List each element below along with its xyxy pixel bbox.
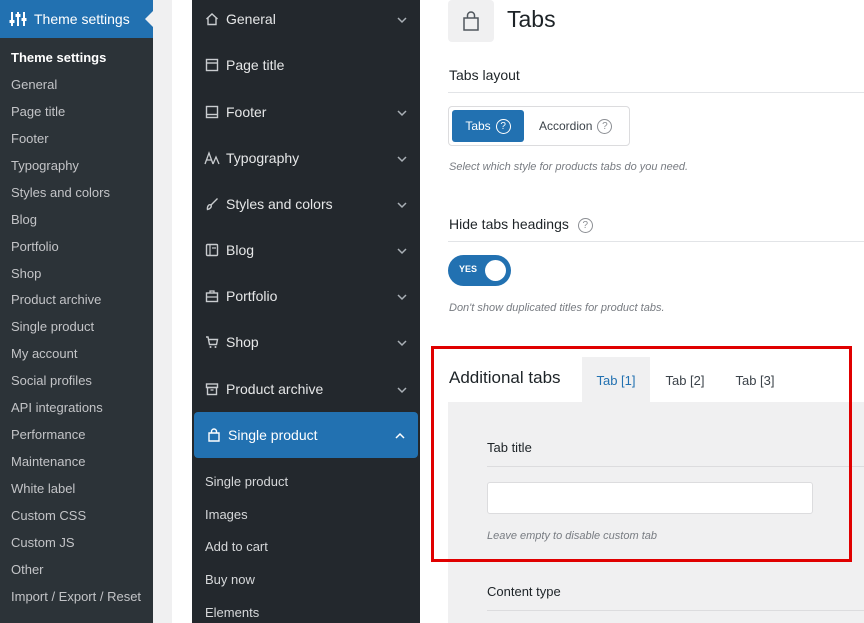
highlight-box	[431, 346, 852, 562]
briefcase-icon	[204, 288, 220, 304]
admin-submenu-item[interactable]: Custom CSS	[0, 503, 153, 530]
home-icon	[204, 11, 220, 27]
typography-icon	[204, 150, 220, 166]
bag-icon	[448, 0, 494, 42]
admin-submenu-item[interactable]: Other	[0, 557, 153, 584]
admin-submenu-item[interactable]: Product archive	[0, 287, 153, 314]
theme-nav-subitem[interactable]: Images	[205, 507, 248, 522]
admin-submenu-item[interactable]: Styles and colors	[0, 180, 153, 207]
theme-nav-item[interactable]: General	[192, 0, 420, 42]
theme-nav-item[interactable]: Portfolio	[192, 273, 420, 319]
admin-submenu-item[interactable]: Blog	[0, 207, 153, 234]
theme-nav-item[interactable]: Page title	[192, 42, 420, 88]
content-type-label: Content type	[487, 584, 561, 599]
chevron-down-icon[interactable]	[396, 336, 408, 348]
theme-nav-item[interactable]: Product archive	[192, 366, 420, 412]
admin-submenu-item[interactable]: Maintenance	[0, 449, 153, 476]
toggle-state-text: YES	[459, 264, 478, 274]
theme-nav-item-label: Footer	[226, 104, 267, 120]
admin-submenu-item[interactable]: Social profiles	[0, 368, 153, 395]
divider	[448, 92, 864, 93]
help-icon[interactable]: ?	[577, 217, 593, 233]
admin-submenu-item[interactable]: My account	[0, 341, 153, 368]
chevron-down-icon[interactable]	[396, 198, 408, 210]
admin-submenu-item[interactable]: Single product	[0, 314, 153, 341]
theme-nav-item-label: Blog	[226, 242, 255, 258]
layout-option-accordion[interactable]: Accordion ?	[539, 110, 613, 142]
chevron-down-icon[interactable]	[396, 106, 408, 118]
admin-submenu-item[interactable]: Import / Export / Reset	[0, 584, 153, 611]
chevron-down-icon[interactable]	[396, 383, 408, 395]
toggle-knob	[485, 260, 506, 281]
admin-menu-top-label: Theme settings	[34, 11, 130, 27]
bag-icon	[206, 427, 222, 443]
theme-nav-item[interactable]: Shop	[192, 319, 420, 365]
theme-nav-subitem[interactable]: Add to cart	[205, 539, 268, 554]
hide-headings-text: Hide tabs headings	[449, 216, 569, 232]
theme-nav-item-label: Single product	[228, 427, 318, 443]
chevron-up-icon[interactable]	[394, 429, 406, 441]
layout-option-accordion-label: Accordion	[539, 119, 593, 133]
layout-option-tabs-label: Tabs	[465, 119, 491, 133]
chevron-down-icon[interactable]	[396, 13, 408, 25]
theme-nav-item-label: Product archive	[226, 381, 324, 397]
theme-nav-item-label: Shop	[226, 334, 259, 350]
tabs-layout-help: Select which style for products tabs do …	[449, 161, 689, 173]
admin-submenu-item[interactable]: Performance	[0, 422, 153, 449]
theme-nav-item[interactable]: Typography	[192, 135, 420, 181]
sliders-icon	[9, 10, 27, 28]
admin-submenu-item[interactable]: General	[0, 72, 153, 99]
page-icon	[204, 57, 220, 73]
divider	[487, 610, 864, 611]
tabs-layout-label: Tabs layout	[449, 67, 520, 83]
theme-nav-item-label: Portfolio	[226, 288, 278, 304]
panel-edge	[172, 0, 192, 623]
layout-option-tabs[interactable]: Tabs ?	[452, 110, 524, 142]
admin-submenu-item[interactable]: Theme settings	[0, 45, 153, 72]
theme-nav-subitem[interactable]: Elements	[205, 605, 259, 620]
theme-nav-item[interactable]: Blog	[192, 227, 420, 273]
admin-submenu-item[interactable]: Shop	[0, 261, 153, 288]
theme-nav-subitem[interactable]: Buy now	[205, 572, 255, 587]
admin-sidebar: Theme settings Theme settings General Page…	[0, 0, 153, 623]
theme-nav-item-label: Page title	[226, 57, 285, 73]
admin-submenu: Theme settings General Page title Footer Typ…	[0, 38, 153, 611]
theme-nav-item-label: Typography	[226, 150, 300, 166]
help-icon[interactable]: ?	[597, 118, 613, 134]
chevron-down-icon[interactable]	[396, 290, 408, 302]
theme-nav-item[interactable]: Footer	[192, 89, 420, 135]
admin-submenu-item[interactable]: Typography	[0, 153, 153, 180]
blog-icon	[204, 242, 220, 258]
divider	[448, 241, 864, 242]
theme-nav-item-label: Styles and colors	[226, 196, 333, 212]
footer-icon	[204, 104, 220, 120]
tabs-layout-selector: Tabs ? Accordion ?	[448, 106, 630, 146]
chevron-down-icon[interactable]	[396, 244, 408, 256]
theme-nav-item[interactable]: Single product	[194, 412, 418, 458]
hide-headings-help: Don't show duplicated titles for product…	[449, 302, 665, 314]
admin-submenu-item[interactable]: Footer	[0, 126, 153, 153]
hide-headings-toggle[interactable]: YES	[448, 255, 511, 286]
help-icon[interactable]: ?	[495, 118, 511, 134]
admin-submenu-item[interactable]: Portfolio	[0, 234, 153, 261]
theme-settings-nav: General Page title Footer Typography Styles …	[192, 0, 420, 623]
theme-nav-item[interactable]: Styles and colors	[192, 181, 420, 227]
chevron-down-icon[interactable]	[396, 152, 408, 164]
archive-icon	[204, 381, 220, 397]
admin-submenu-item[interactable]: API integrations	[0, 395, 153, 422]
admin-menu-theme-settings[interactable]: Theme settings	[0, 0, 153, 38]
theme-nav-subitem[interactable]: Single product	[205, 474, 288, 489]
admin-submenu-item[interactable]: Custom JS	[0, 530, 153, 557]
admin-submenu-item[interactable]: White label	[0, 476, 153, 503]
admin-submenu-item[interactable]: Page title	[0, 99, 153, 126]
theme-nav-item-label: General	[226, 11, 276, 27]
hide-headings-label: Hide tabs headings ?	[449, 216, 593, 233]
cart-icon	[204, 334, 220, 350]
brush-icon	[204, 196, 220, 212]
page-title: Tabs	[507, 6, 556, 32]
content-gap	[153, 0, 172, 623]
